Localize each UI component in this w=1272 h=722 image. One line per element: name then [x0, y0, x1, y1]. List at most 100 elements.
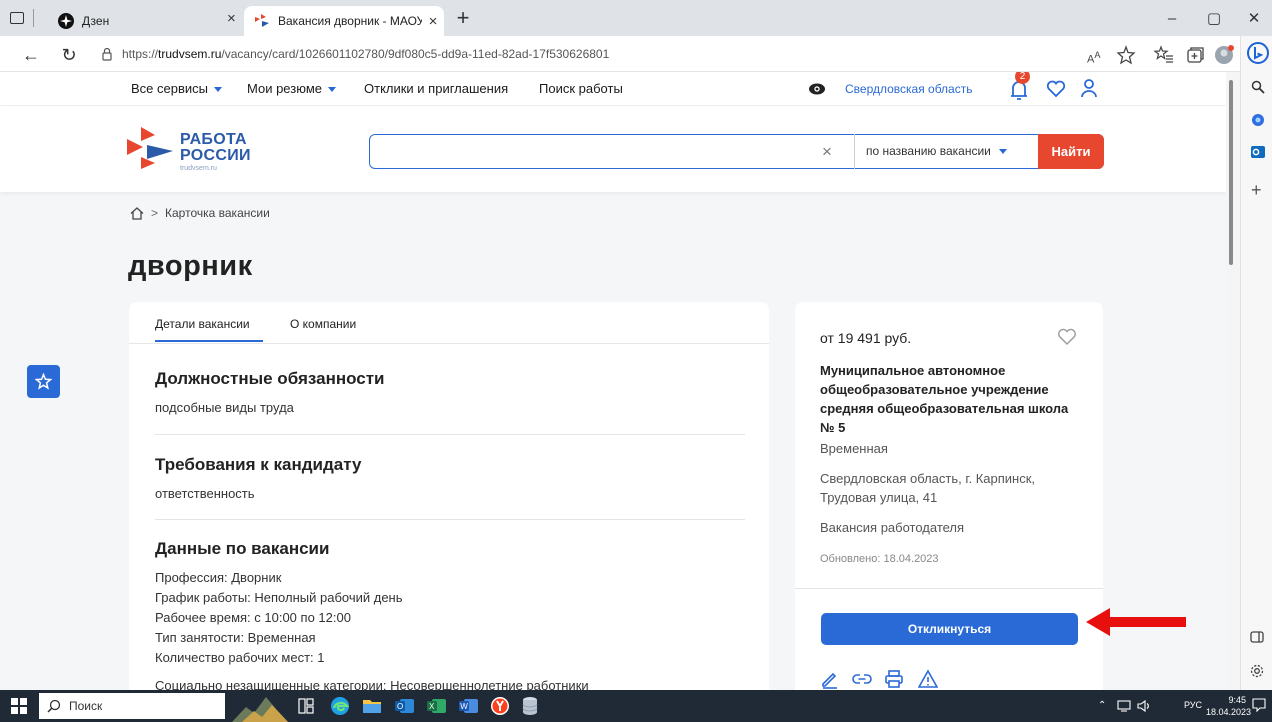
link-icon[interactable] — [852, 669, 872, 689]
excel-app-icon[interactable]: X — [426, 697, 446, 715]
duties-heading: Должностные обязанности — [155, 369, 385, 388]
accessibility-eye-icon[interactable] — [809, 83, 825, 95]
browser-tab-vacancy[interactable]: Вакансия дворник - МАОУ СОШ × — [244, 6, 444, 36]
logo-subtitle: trudvsem.ru — [180, 165, 217, 172]
task-view-icon[interactable] — [298, 697, 314, 715]
search-button[interactable]: Найти — [1038, 134, 1104, 169]
edge-app-icon[interactable] — [330, 696, 350, 716]
warning-report-icon[interactable] — [918, 669, 938, 689]
vacancy-type: Вакансия работодателя — [820, 520, 965, 535]
home-icon[interactable] — [130, 206, 144, 220]
restore-button[interactable]: ▢ — [1196, 6, 1232, 32]
dzen-icon — [58, 13, 74, 29]
logo-text[interactable]: РАБОТА РОССИИ — [180, 132, 251, 164]
edit-icon[interactable] — [820, 669, 840, 689]
windows-start-icon[interactable] — [11, 698, 27, 714]
vacancy-data-line: Рабочее время: с 10:00 по 12:00 — [155, 610, 351, 625]
lock-icon — [102, 47, 112, 61]
clear-search-icon[interactable]: × — [822, 142, 832, 162]
search-highlight-image — [232, 697, 288, 722]
discover-icon[interactable] — [1250, 112, 1266, 128]
social-categories-line: Социально незащищенные категории: Несове… — [155, 678, 589, 690]
print-icon[interactable] — [884, 669, 904, 689]
read-aloud-icon[interactable]: AA — [1087, 44, 1109, 66]
yandex-browser-icon[interactable] — [490, 696, 510, 716]
close-tab-icon[interactable]: × — [227, 10, 236, 27]
sidebar-panel-icon[interactable] — [1250, 630, 1264, 644]
notifications-center-icon[interactable] — [1252, 698, 1266, 712]
tab-about-company[interactable]: О компании — [290, 317, 356, 331]
vacancy-data-heading: Данные по вакансии — [155, 539, 330, 558]
bing-chat-icon[interactable] — [1247, 42, 1269, 64]
collections-icon[interactable] — [1184, 44, 1206, 66]
all-services-label: Все сервисы — [131, 81, 208, 96]
show-hidden-icons-icon[interactable]: ⌃ — [1098, 700, 1106, 711]
add-favorite-icon[interactable] — [1115, 44, 1137, 66]
volume-icon[interactable] — [1137, 700, 1151, 712]
divider — [155, 519, 745, 520]
back-icon[interactable]: ← — [18, 42, 44, 68]
star-icon — [35, 373, 52, 390]
system-clock[interactable]: 9:45 18.04.2023 — [1206, 694, 1251, 718]
tab-title: Дзен — [82, 14, 110, 28]
requirements-text: ответственность — [155, 486, 255, 501]
user-profile-icon[interactable] — [1080, 78, 1098, 98]
word-app-icon[interactable]: W — [458, 697, 478, 715]
database-app-icon[interactable] — [522, 696, 538, 716]
search-mode-label: по названию вакансии — [866, 144, 991, 158]
tab-divider — [33, 9, 34, 27]
file-explorer-icon[interactable] — [362, 697, 382, 715]
favorites-icon[interactable] — [1153, 44, 1175, 66]
close-window-button[interactable]: ✕ — [1236, 6, 1272, 32]
search-sidebar-icon[interactable] — [1251, 80, 1265, 94]
breadcrumb-current: Карточка вакансии — [165, 206, 270, 220]
edge-sidebar — [1240, 36, 1272, 690]
refresh-icon[interactable]: ↻ — [56, 42, 82, 68]
salary: от 19 491 руб. — [820, 330, 912, 346]
add-to-favorites-button[interactable] — [27, 365, 60, 398]
url-prefix: https:// — [122, 47, 159, 61]
favorites-heart-icon[interactable] — [1046, 80, 1066, 98]
tab-title: Вакансия дворник - МАОУ СОШ — [278, 14, 422, 28]
heart-icon[interactable] — [1057, 328, 1077, 346]
input-language[interactable]: РУС — [1184, 700, 1202, 710]
chevron-down-icon — [213, 87, 222, 92]
search-divider — [854, 134, 855, 169]
search-icon — [47, 699, 61, 713]
close-tab-icon[interactable]: × — [422, 13, 444, 30]
logo-line-2: РОССИИ — [180, 147, 251, 164]
svg-text:W: W — [460, 702, 468, 711]
sidebar-settings-icon[interactable] — [1250, 664, 1264, 678]
employer-name[interactable]: Муниципальное автономное общеобразовател… — [820, 361, 1080, 437]
browser-tab-dzen[interactable]: Дзен — [50, 6, 250, 36]
minimize-button[interactable]: – — [1154, 6, 1190, 32]
all-services-menu[interactable]: Все сервисы — [131, 81, 222, 96]
my-resumes-menu[interactable]: Мои резюме — [247, 81, 336, 96]
search-mode-select[interactable]: по названию вакансии — [866, 144, 1007, 158]
apply-button[interactable]: Откликнуться — [821, 613, 1078, 645]
responses-label: Отклики и приглашения — [364, 81, 509, 96]
url-field[interactable]: https://trudvsem.ru/vacancy/card/1026601… — [100, 40, 1100, 68]
new-tab-button[interactable]: + — [450, 6, 476, 32]
tab-actions-icon[interactable] — [10, 12, 24, 24]
rabota-rossii-logo[interactable] — [127, 127, 173, 169]
region-selector[interactable]: Свердловская область — [845, 82, 972, 96]
add-sidebar-app-icon[interactable]: + — [1251, 180, 1262, 201]
outlook-app-icon[interactable]: O — [394, 697, 414, 715]
divider — [155, 434, 745, 435]
vacancy-data-line: График работы: Неполный рабочий день — [155, 590, 403, 605]
outlook-icon[interactable] — [1250, 144, 1266, 160]
svg-text:X: X — [429, 702, 435, 711]
tab-vacancy-details[interactable]: Детали вакансии — [155, 317, 250, 331]
url-path: /vacancy/card/1026601102780/9df080c5-dd9… — [221, 47, 610, 61]
profile-avatar-icon[interactable] — [1213, 44, 1235, 66]
vacancy-data-line: Профессия: Дворник — [155, 570, 282, 585]
web-page: Все сервисы Мои резюме Отклики и приглаш… — [0, 72, 1226, 690]
job-search-link[interactable]: Поиск работы — [539, 81, 623, 96]
taskbar-search[interactable]: Поиск — [39, 693, 225, 719]
active-tab-indicator — [155, 340, 263, 342]
scrollbar-thumb[interactable] — [1229, 80, 1233, 265]
responses-link[interactable]: Отклики и приглашения — [364, 81, 508, 96]
taskbar-search-label: Поиск — [69, 699, 103, 713]
network-icon[interactable] — [1117, 700, 1131, 712]
